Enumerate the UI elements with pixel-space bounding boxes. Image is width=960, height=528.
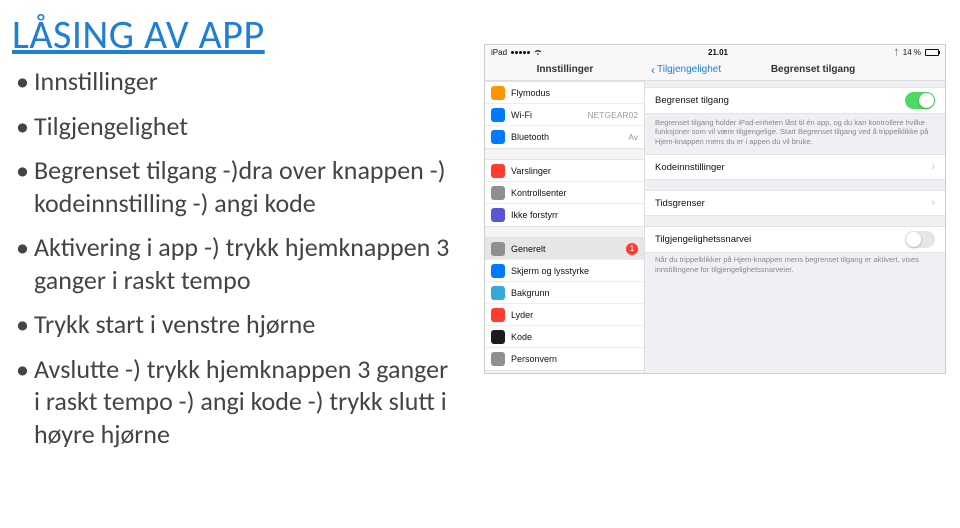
battery-icon xyxy=(925,49,939,56)
sidebar-item-label: Bakgrunn xyxy=(511,288,638,298)
sidebar-item-label: Personvern xyxy=(511,354,638,364)
wallpaper-icon xyxy=(491,286,505,300)
toggle-on-icon[interactable] xyxy=(905,92,935,109)
sidebar-item-notifications[interactable]: Varslinger xyxy=(485,160,644,182)
nav-left-title: Innstillinger xyxy=(485,59,645,80)
sidebar-item-sounds[interactable]: Lyder xyxy=(485,304,644,326)
guided-access-description: Begrenset tilgang holder iPad-enheten lå… xyxy=(645,114,945,154)
sidebar-item-bluetooth[interactable]: Bluetooth Av xyxy=(485,126,644,148)
back-label: Tilgjengelighet xyxy=(657,64,721,75)
speaker-icon xyxy=(491,308,505,322)
chevron-right-icon: › xyxy=(931,161,935,173)
gear-icon xyxy=(491,242,505,256)
code-settings-row[interactable]: Kodeinnstillinger › xyxy=(645,155,945,179)
sidebar-item-label: Generelt xyxy=(511,244,620,254)
sidebar-item-label: Kode xyxy=(511,332,638,342)
lock-icon xyxy=(491,330,505,344)
battery-text: ᛏ xyxy=(894,48,899,57)
display-icon xyxy=(491,264,505,278)
battery-percent: 14 % xyxy=(903,48,921,57)
signal-icon xyxy=(511,51,530,54)
chevron-right-icon: › xyxy=(931,197,935,209)
sidebar-item-label: Varslinger xyxy=(511,166,638,176)
bullet-item: Avslutte -) trykk hjemknappen 3 ganger i… xyxy=(12,353,460,451)
sidebar-item-display[interactable]: Skjerm og lysstyrke xyxy=(485,260,644,282)
row-label: Kodeinnstillinger xyxy=(655,162,923,173)
sidebar-item-value: NETGEAR02 xyxy=(587,110,638,120)
sidebar-item-label: Wi-Fi xyxy=(511,110,581,120)
row-label: Tidsgrenser xyxy=(655,198,923,209)
moon-icon xyxy=(491,208,505,222)
carrier-label: iPad xyxy=(491,48,507,57)
sidebar-item-flymodus[interactable]: Flymodus xyxy=(485,82,644,104)
wifi-icon xyxy=(534,48,542,56)
toggles-icon xyxy=(491,186,505,200)
bullet-item: Tilgjengelighet xyxy=(12,110,460,143)
sidebar-item-label: Lyder xyxy=(511,310,638,320)
update-badge: 1 xyxy=(626,243,638,255)
shortcut-description: Når du trippelklikker på Hjem-knappen me… xyxy=(645,253,945,282)
ipad-screenshot: iPad 21.01 ᛏ 14 % Innstillinger ‹ Tilgje… xyxy=(484,44,946,374)
settings-sidebar: Flymodus Wi-Fi NETGEAR02 Bluetooth Av xyxy=(485,81,645,373)
bullet-item: Aktivering i app -) trykk hjemknappen 3 … xyxy=(12,231,460,296)
status-bar: iPad 21.01 ᛏ 14 % xyxy=(485,45,945,59)
sidebar-item-label: Skjerm og lysstyrke xyxy=(511,266,638,276)
toggle-off-icon[interactable] xyxy=(905,231,935,248)
bullet-item: Begrenset tilgang -)dra over knappen -) … xyxy=(12,154,460,219)
nav-bar: Innstillinger ‹ Tilgjengelighet Begrense… xyxy=(485,59,945,81)
back-button[interactable]: ‹ Tilgjengelighet xyxy=(645,63,721,77)
sidebar-item-privacy[interactable]: Personvern xyxy=(485,348,644,370)
clock: 21.01 xyxy=(708,48,728,57)
bluetooth-icon xyxy=(491,130,505,144)
sidebar-item-passcode[interactable]: Kode xyxy=(485,326,644,348)
bell-icon xyxy=(491,164,505,178)
page-title: LÅSING AV APP xyxy=(12,10,460,59)
sidebar-item-value: Av xyxy=(628,132,638,142)
bullet-item: Trykk start i venstre hjørne xyxy=(12,308,460,341)
sidebar-item-wallpaper[interactable]: Bakgrunn xyxy=(485,282,644,304)
sidebar-item-wifi[interactable]: Wi-Fi NETGEAR02 xyxy=(485,104,644,126)
airplane-icon xyxy=(491,86,505,100)
sidebar-item-general[interactable]: Generelt 1 xyxy=(485,238,644,260)
sidebar-item-control-center[interactable]: Kontrollsenter xyxy=(485,182,644,204)
accessibility-shortcut-row[interactable]: Tilgjengelighetssnarvei xyxy=(645,227,945,252)
time-limits-row[interactable]: Tidsgrenser › xyxy=(645,191,945,215)
sidebar-item-label: Ikke forstyrr xyxy=(511,210,638,220)
sidebar-item-label: Bluetooth xyxy=(511,132,622,142)
chevron-left-icon: ‹ xyxy=(651,63,655,77)
nav-right-title: Begrenset tilgang xyxy=(721,64,945,75)
bullet-list: Innstillinger Tilgjengelighet Begrenset … xyxy=(12,65,460,450)
detail-pane: Begrenset tilgang Begrenset tilgang hold… xyxy=(645,81,945,373)
wifi-icon xyxy=(491,108,505,122)
sidebar-item-dnd[interactable]: Ikke forstyrr xyxy=(485,204,644,226)
sidebar-item-label: Flymodus xyxy=(511,88,638,98)
guided-access-toggle-row[interactable]: Begrenset tilgang xyxy=(645,88,945,113)
bullet-item: Innstillinger xyxy=(12,65,460,98)
hand-icon xyxy=(491,352,505,366)
row-label: Tilgjengelighetssnarvei xyxy=(655,234,897,245)
row-label: Begrenset tilgang xyxy=(655,95,897,106)
sidebar-item-label: Kontrollsenter xyxy=(511,188,638,198)
